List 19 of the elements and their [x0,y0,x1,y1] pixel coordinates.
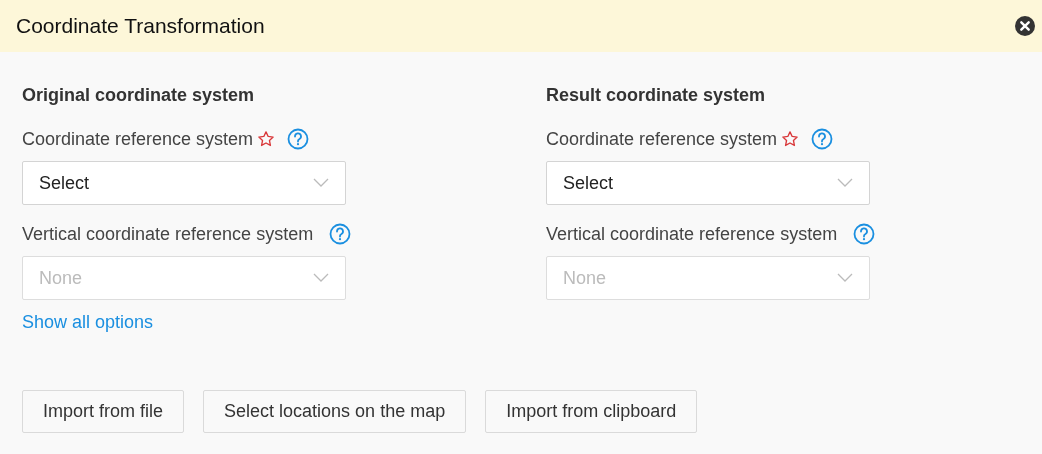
help-icon[interactable] [287,128,310,150]
field-label: Vertical coordinate reference system [22,222,314,246]
select-field[interactable]: Select [22,161,346,205]
select-field[interactable]: Select [546,161,870,205]
section-heading: Original coordinate system [22,84,256,107]
action-button[interactable]: Import from clipboard [485,390,698,433]
chevron-down-icon [313,178,329,188]
field-label: Vertical coordinate reference system [546,222,838,246]
field-label: Coordinate reference system [22,127,254,151]
close-icon[interactable] [1014,15,1036,37]
window-title: Coordinate Transformation [16,13,265,40]
chevron-down-icon [837,178,853,188]
field-label: Coordinate reference system [546,127,778,151]
chevron-down-icon [837,273,853,283]
action-button[interactable]: Select locations on the map [203,390,467,433]
chevron-down-icon [313,273,329,283]
help-icon[interactable] [811,128,834,150]
section-heading: Result coordinate system [546,84,767,107]
action-button[interactable]: Import from file [22,390,185,433]
